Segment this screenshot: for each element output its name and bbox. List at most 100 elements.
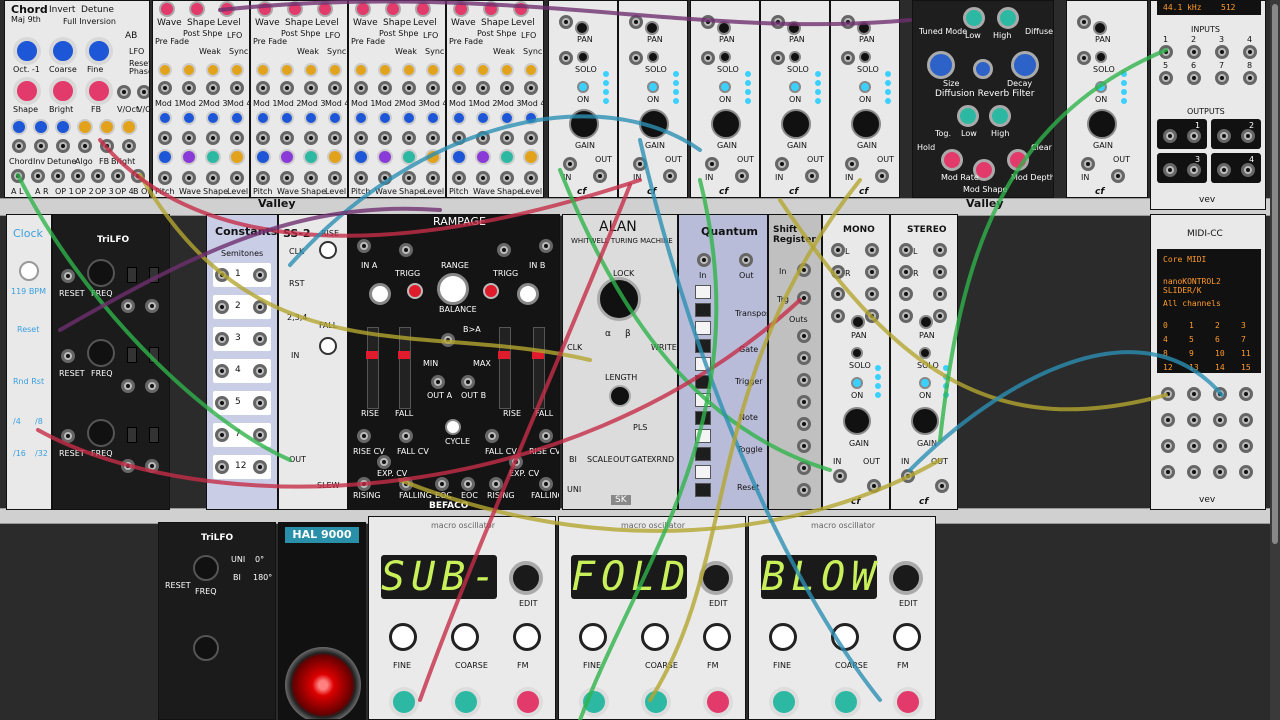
macro-display[interactable]: SUB- xyxy=(381,555,497,599)
midi-cc-slot[interactable]: 7 xyxy=(1241,335,1246,344)
mixer-out-jack[interactable] xyxy=(867,479,881,493)
audio-output-jack[interactable] xyxy=(1241,163,1255,177)
wave-mod-jack[interactable] xyxy=(230,81,244,95)
pan-knob[interactable] xyxy=(851,315,865,329)
send-jack[interactable] xyxy=(831,287,845,301)
cv-jack[interactable] xyxy=(122,139,136,153)
wave-color-knob[interactable] xyxy=(181,149,197,165)
wave-mod-jack[interactable] xyxy=(452,81,466,95)
wave-cv-knob[interactable] xyxy=(426,63,440,77)
wave-cv-knob[interactable] xyxy=(378,63,392,77)
shift-out-jack[interactable] xyxy=(797,439,811,453)
rampage-jack[interactable] xyxy=(509,455,523,469)
mixer-in-jack[interactable] xyxy=(833,469,847,483)
midi-cc-slot[interactable]: 13 xyxy=(1189,363,1199,372)
length-knob[interactable] xyxy=(609,385,631,407)
slider-track[interactable] xyxy=(499,327,511,409)
constant-out-jack[interactable] xyxy=(253,268,267,282)
wave-jack[interactable] xyxy=(378,171,392,185)
slider-track[interactable] xyxy=(367,327,379,409)
wave-mod-jack[interactable] xyxy=(500,81,514,95)
wave-color-knob[interactable] xyxy=(523,149,539,165)
wave-mod-jack[interactable] xyxy=(206,81,220,95)
mixer-in-jack[interactable] xyxy=(775,157,789,171)
mixer-out-jack[interactable] xyxy=(735,169,749,183)
wave-color-knob[interactable] xyxy=(255,149,271,165)
midi-cc-slot[interactable]: 3 xyxy=(1241,321,1246,330)
trilfo-out-jack[interactable] xyxy=(121,379,135,393)
lock-knob[interactable] xyxy=(597,277,641,321)
cv-jack[interactable] xyxy=(34,139,48,153)
shift-out-jack[interactable] xyxy=(797,351,811,365)
slider-handle[interactable] xyxy=(532,351,544,359)
voct-b-jack[interactable] xyxy=(137,85,149,99)
wave-jack[interactable] xyxy=(328,171,342,185)
rampage-jack[interactable] xyxy=(539,429,553,443)
constant-out-jack[interactable] xyxy=(253,300,267,314)
send-jack[interactable] xyxy=(831,243,845,257)
audio-input-jack[interactable] xyxy=(1187,45,1201,59)
wave-mod-jack[interactable] xyxy=(354,81,368,95)
wave-jack[interactable] xyxy=(354,171,368,185)
midi-cc-out-jack[interactable] xyxy=(1187,439,1201,453)
fall-knob[interactable] xyxy=(319,337,337,355)
note-button[interactable] xyxy=(695,285,711,299)
wave-jack[interactable] xyxy=(328,131,342,145)
midi-cc-out-jack[interactable] xyxy=(1187,387,1201,401)
wave-cv-knob[interactable] xyxy=(476,63,490,77)
wave-cv-knob[interactable] xyxy=(230,63,244,77)
wave-knob[interactable] xyxy=(189,1,205,17)
macro-mod-knob[interactable] xyxy=(703,687,733,717)
on-button[interactable] xyxy=(1095,81,1107,93)
shift-out-jack[interactable] xyxy=(797,329,811,343)
solo-button[interactable] xyxy=(719,51,731,63)
midi-cc-out-jack[interactable] xyxy=(1239,413,1253,427)
wave-color-knob[interactable] xyxy=(229,149,245,165)
rampage-input-jack[interactable] xyxy=(357,239,371,253)
trilfo-out-jack[interactable] xyxy=(121,299,135,313)
wave-color-knob[interactable] xyxy=(475,149,491,165)
trilfo-out-jack[interactable] xyxy=(145,299,159,313)
on-button[interactable] xyxy=(919,377,931,389)
macro-mod-knob[interactable] xyxy=(769,687,799,717)
wave-cv-knob[interactable] xyxy=(304,63,318,77)
coarse-knob[interactable] xyxy=(49,37,77,65)
send-jack[interactable] xyxy=(701,51,715,65)
voct-a-jack[interactable] xyxy=(117,85,131,99)
audio-input-jack[interactable] xyxy=(1159,71,1173,85)
rampage-input-jack[interactable] xyxy=(497,243,511,257)
trilfo-freq-knob[interactable] xyxy=(87,259,115,287)
wave-color-knob[interactable] xyxy=(425,149,441,165)
send-jack[interactable] xyxy=(865,243,879,257)
rampage-jack[interactable] xyxy=(399,477,413,491)
constant-out-jack[interactable] xyxy=(253,364,267,378)
pan-knob[interactable] xyxy=(787,21,801,35)
wave-cv-knob[interactable] xyxy=(256,63,270,77)
wave-color-knob[interactable] xyxy=(327,149,343,165)
wave-cv-knob[interactable] xyxy=(182,111,196,125)
audio-output-jack[interactable] xyxy=(1163,163,1177,177)
midi-cc-slot[interactable]: 0 xyxy=(1163,321,1168,330)
cv-attenuverter-knob[interactable] xyxy=(77,119,93,135)
rampage-jack[interactable] xyxy=(461,477,475,491)
wave-jack[interactable] xyxy=(182,171,196,185)
wave-mod-jack[interactable] xyxy=(304,81,318,95)
send-jack[interactable] xyxy=(899,287,913,301)
wave-knob[interactable] xyxy=(483,1,499,17)
mixer-in-jack[interactable] xyxy=(705,157,719,171)
wave-color-knob[interactable] xyxy=(377,149,393,165)
wave-knob[interactable] xyxy=(257,1,273,17)
macro-knob[interactable] xyxy=(893,623,921,651)
wave-mod-jack[interactable] xyxy=(182,81,196,95)
shift-out-jack[interactable] xyxy=(797,417,811,431)
shift-in-jack[interactable] xyxy=(797,263,811,277)
shift-out-jack[interactable] xyxy=(797,461,811,475)
slider-handle[interactable] xyxy=(498,351,510,359)
wave-jack[interactable] xyxy=(304,131,318,145)
mixer-out-jack[interactable] xyxy=(663,169,677,183)
macro-display[interactable]: FOLD xyxy=(571,555,687,599)
constant-out-jack[interactable] xyxy=(253,332,267,346)
wave-jack[interactable] xyxy=(206,131,220,145)
wave-cv-knob[interactable] xyxy=(402,63,416,77)
quantum-out-jack[interactable] xyxy=(739,253,753,267)
